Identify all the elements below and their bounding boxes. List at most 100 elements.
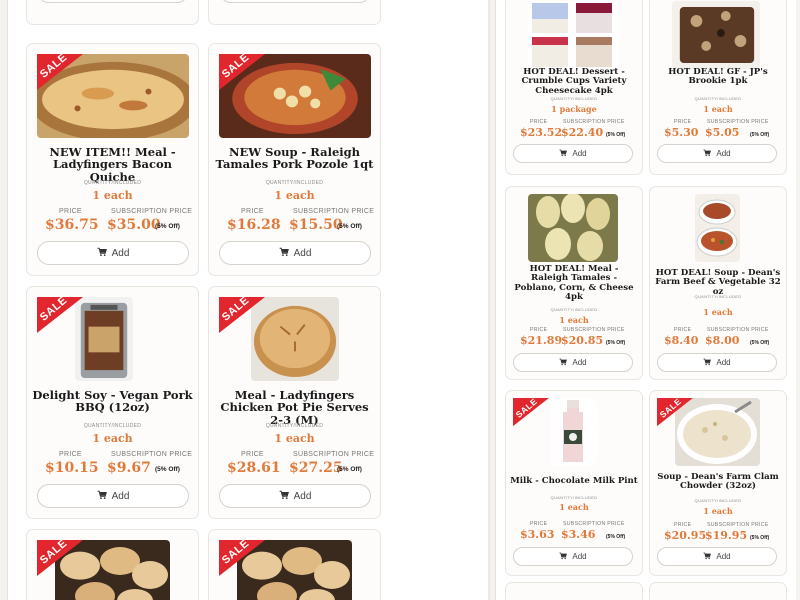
add-to-cart-button[interactable]: Add [219, 0, 371, 3]
product-image[interactable] [695, 194, 740, 262]
product-image[interactable] [528, 1, 618, 69]
product-card[interactable]: Add [26, 0, 199, 25]
quantity-value: 1 each [92, 189, 133, 202]
subscription-price-value: $3.46 [561, 528, 596, 541]
product-card[interactable]: SALE NEW Soup - Raleigh Tamales Pork Pozo… [208, 43, 381, 276]
product-image[interactable] [528, 194, 618, 262]
subscription-price-value: $8.00 [705, 334, 740, 347]
add-label: Add [293, 247, 312, 259]
discount-note: (5% Off) [155, 466, 180, 473]
quantity-label: QUANTITY/INCLUDED [83, 180, 142, 186]
subscription-price-label: SUBSCRIPTION PRICE [293, 208, 375, 215]
add-to-cart-button[interactable]: Add [513, 144, 633, 163]
sale-label: SALE [37, 537, 70, 567]
quantity-value: 1 each [92, 432, 133, 445]
add-to-cart-button[interactable]: Add [657, 353, 777, 372]
add-to-cart-button[interactable]: Add [513, 547, 633, 566]
quantity-label: QUANTITY/INCLUDED [550, 495, 598, 500]
discount-note: (5% Off) [155, 223, 180, 230]
product-title[interactable]: Milk - Chocolate Milk Pint [510, 476, 638, 486]
quantity-label: QUANTITY/INCLUDED [694, 498, 742, 503]
product-title[interactable]: HOT DEAL! Soup - Dean's Farm Beef & Vege… [654, 268, 782, 297]
subscription-price-label: SUBSCRIPTION PRICE [563, 119, 625, 125]
quantity-label: QUANTITY/INCLUDED [265, 180, 324, 186]
quantity-label: QUANTITY/INCLUDED [550, 96, 598, 101]
price-label: PRICE [241, 208, 264, 215]
product-image[interactable] [75, 297, 133, 381]
add-to-cart-button[interactable]: Add [513, 353, 633, 372]
product-card[interactable]: SALE [26, 529, 199, 600]
product-card[interactable]: SALE Milk - Chocolate Milk Pint QUANTITY/I… [505, 390, 643, 576]
add-to-cart-button[interactable]: Add [219, 484, 371, 508]
add-to-cart-button[interactable]: Add [37, 484, 189, 508]
quantity-label: QUANTITY/INCLUDED [694, 294, 742, 299]
cart-icon [279, 247, 289, 260]
product-card[interactable]: Add [208, 0, 381, 25]
product-title[interactable]: Delight Soy - Vegan Pork BBQ (12oz) [31, 389, 194, 414]
product-card[interactable]: HOT DEAL! Dessert - Crumble Cups Variety… [505, 0, 643, 175]
cart-icon [703, 358, 712, 368]
subscription-price-value: $9.67 [107, 460, 151, 476]
price-value: $8.40 [664, 334, 699, 347]
add-to-cart-button[interactable]: Add [219, 241, 371, 265]
discount-note: (5% Off) [606, 132, 626, 138]
subscription-price-value: $22.40 [561, 126, 604, 139]
product-title[interactable]: NEW Soup - Raleigh Tamales Pork Pozole 1… [213, 146, 376, 171]
product-card[interactable]: SALE [208, 529, 381, 600]
add-label: Add [572, 149, 587, 158]
price-value: $3.63 [520, 528, 555, 541]
add-to-cart-button[interactable]: Add [37, 241, 189, 265]
sale-label: SALE [657, 395, 684, 420]
add-label: Add [716, 149, 731, 158]
price-value: $20.95 [664, 529, 707, 542]
cart-icon [97, 247, 107, 260]
product-card[interactable] [505, 582, 643, 600]
add-label: Add [716, 358, 731, 367]
add-label: Add [111, 490, 130, 502]
product-card[interactable]: HOT DEAL! Meal - Raleigh Tamales - Pobla… [505, 186, 643, 380]
cart-icon [703, 552, 712, 562]
price-label: PRICE [674, 522, 692, 528]
discount-note: (5% Off) [337, 223, 362, 230]
product-title[interactable]: HOT DEAL! GF - JP's Brookie 1pk [654, 67, 782, 87]
product-title[interactable]: HOT DEAL! Meal - Raleigh Tamales - Pobla… [510, 264, 638, 302]
price-label: PRICE [59, 208, 82, 215]
price-value: $16.28 [227, 217, 281, 233]
add-label: Add [111, 247, 130, 259]
product-title[interactable]: NEW ITEM!! Meal - Ladyfingers Bacon Quic… [31, 146, 194, 183]
product-image[interactable] [672, 1, 760, 69]
subscription-price-label: SUBSCRIPTION PRICE [111, 208, 193, 215]
product-image[interactable] [551, 398, 596, 466]
product-title[interactable]: Soup - Dean's Farm Clam Chowder (32oz) [654, 472, 782, 492]
price-value: $23.52 [520, 126, 563, 139]
subscription-price-label: SUBSCRIPTION PRICE [293, 451, 375, 458]
product-card[interactable]: SALE Soup - Dean's Farm Clam Chowder (32o… [649, 390, 787, 576]
sale-ribbon: SALE [37, 297, 83, 333]
subscription-price-label: SUBSCRIPTION PRICE [707, 327, 769, 333]
price-label: PRICE [530, 521, 548, 527]
quantity-label: QUANTITY/INCLUDED [265, 423, 324, 429]
subscription-price-value: $27.25 [289, 460, 343, 476]
product-title[interactable]: Meal - Ladyfingers Chicken Pot Pie Serve… [213, 389, 376, 426]
sale-ribbon: SALE [219, 297, 265, 333]
product-card[interactable]: SALE NEW ITEM!! Meal - Ladyfingers Bacon … [26, 43, 199, 276]
add-label: Add [293, 490, 312, 502]
price-label: PRICE [674, 327, 692, 333]
price-label: PRICE [530, 119, 548, 125]
quantity-value: 1 each [559, 315, 589, 325]
price-value: $21.89 [520, 334, 563, 347]
subscription-price-label: SUBSCRIPTION PRICE [563, 521, 625, 527]
cart-icon [703, 149, 712, 159]
subscription-price-value: $19.95 [705, 529, 748, 542]
product-card[interactable]: HOT DEAL! Soup - Dean's Farm Beef & Vege… [649, 186, 787, 380]
product-title[interactable]: HOT DEAL! Dessert - Crumble Cups Variety… [510, 67, 638, 96]
add-to-cart-button[interactable]: Add [37, 0, 189, 3]
add-to-cart-button[interactable]: Add [657, 144, 777, 163]
subscription-price-label: SUBSCRIPTION PRICE [707, 119, 769, 125]
product-card[interactable]: SALE Delight Soy - Vegan Pork BBQ (12oz) Q… [26, 286, 199, 519]
product-card[interactable] [649, 582, 787, 600]
add-to-cart-button[interactable]: Add [657, 547, 777, 566]
product-card[interactable]: HOT DEAL! GF - JP's Brookie 1pk QUANTITY/… [649, 0, 787, 175]
product-card[interactable]: SALE Meal - Ladyfingers Chicken Pot Pie S… [208, 286, 381, 519]
quantity-label: QUANTITY/INCLUDED [694, 96, 742, 101]
